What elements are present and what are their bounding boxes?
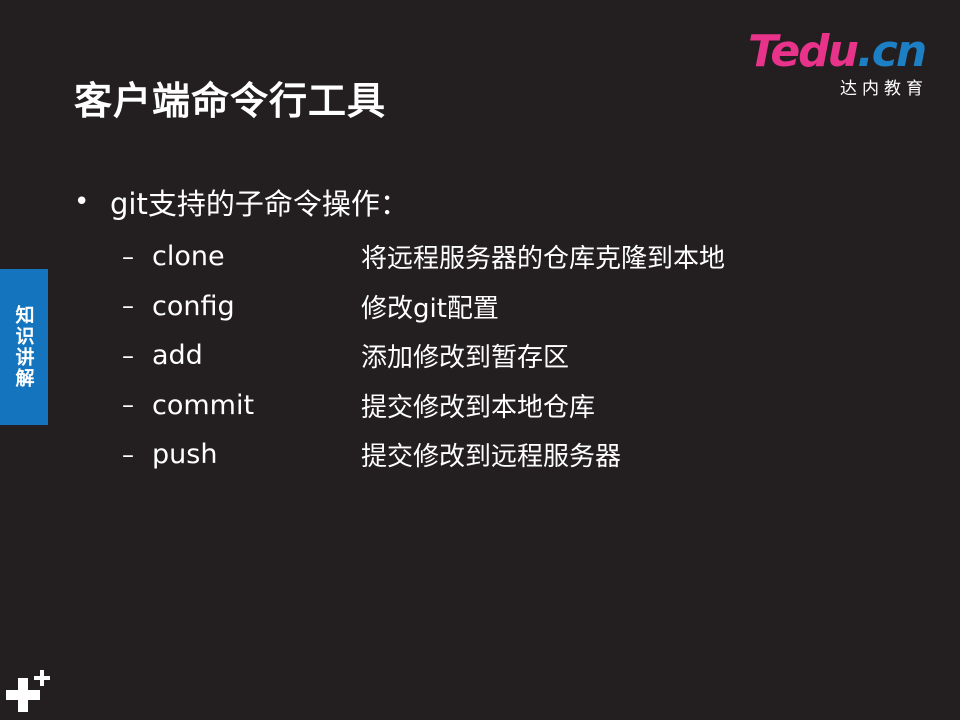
bullet-item: • git支持的子命令操作： bbox=[74, 181, 409, 223]
side-tab-label: 知识讲解 bbox=[12, 305, 35, 389]
side-tab: 知识讲解 bbox=[0, 269, 48, 425]
subcommand-row: – config 修改git配置 bbox=[122, 282, 902, 332]
subcommand-description: 添加修改到暂存区 bbox=[361, 343, 570, 374]
bullet-marker: • bbox=[74, 187, 90, 217]
tedu-logo: Tedu.cn 达内教育 bbox=[748, 26, 938, 100]
subcommand-list: – clone 将远程服务器的仓库克隆到本地 – config 修改git配置 … bbox=[122, 232, 902, 480]
slide: 客户端命令行工具 Tedu.cn 达内教育 知识讲解 • git支持的子命令操作… bbox=[0, 0, 960, 720]
logo-tld: .cn bbox=[857, 26, 927, 77]
subcommand-row: – add 添加修改到暂存区 bbox=[122, 331, 902, 381]
subcommand-description: 提交修改到远程服务器 bbox=[361, 442, 622, 473]
subcommand-row: – commit 提交修改到本地仓库 bbox=[122, 381, 902, 431]
subcommand-name: config bbox=[152, 290, 235, 322]
dash-marker: – bbox=[122, 440, 134, 469]
logo-brand: Tedu bbox=[748, 26, 859, 77]
subcommand-name: push bbox=[152, 439, 218, 471]
logo-wordmark: Tedu.cn bbox=[748, 26, 927, 78]
logo-subtitle: 达内教育 bbox=[840, 79, 928, 99]
subcommand-name: clone bbox=[152, 241, 225, 273]
dash-marker: – bbox=[122, 292, 134, 321]
bullet-text: git支持的子命令操作： bbox=[110, 187, 409, 221]
subcommand-row: – push 提交修改到远程服务器 bbox=[122, 430, 902, 480]
subcommand-name: commit bbox=[152, 389, 255, 421]
subcommand-row: – clone 将远程服务器的仓库克隆到本地 bbox=[122, 232, 902, 282]
dash-marker: – bbox=[122, 242, 134, 271]
subcommand-name: add bbox=[152, 340, 203, 372]
dash-marker: – bbox=[122, 341, 134, 370]
subcommand-description: 修改git配置 bbox=[361, 293, 499, 324]
subcommand-description: 将远程服务器的仓库克隆到本地 bbox=[361, 244, 726, 275]
dash-marker: – bbox=[122, 391, 134, 420]
subcommand-description: 提交修改到本地仓库 bbox=[361, 392, 596, 423]
slide-title: 客户端命令行工具 bbox=[74, 79, 387, 123]
plus-small-icon bbox=[34, 670, 50, 686]
